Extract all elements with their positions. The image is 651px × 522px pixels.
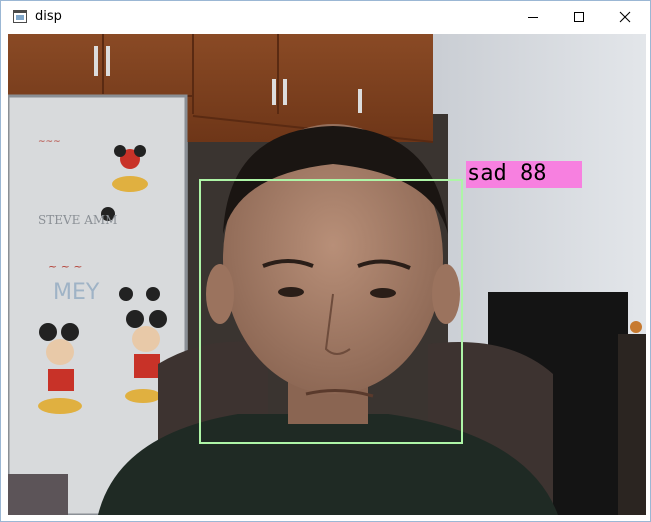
face-detection-box bbox=[199, 179, 463, 444]
svg-text:STEVE AMM: STEVE AMM bbox=[38, 213, 117, 227]
svg-text:~ ~ ~: ~ ~ ~ bbox=[48, 260, 83, 273]
minimize-icon bbox=[528, 17, 538, 18]
app-window: disp ~~~ STEVE AMM ~ ~ ~ MEY sad 88 bbox=[0, 0, 651, 522]
svg-text:MEY: MEY bbox=[53, 280, 100, 305]
maximize-button[interactable] bbox=[556, 1, 602, 33]
title-bar[interactable]: disp bbox=[1, 1, 650, 33]
maximize-icon bbox=[574, 12, 584, 22]
minimize-button[interactable] bbox=[510, 1, 556, 33]
svg-text:~~~: ~~~ bbox=[38, 137, 61, 147]
close-button[interactable] bbox=[602, 1, 648, 33]
close-icon bbox=[619, 11, 631, 23]
camera-frame: ~~~ STEVE AMM ~ ~ ~ MEY sad 88 bbox=[8, 34, 646, 515]
app-window-icon bbox=[13, 10, 27, 23]
window-title: disp bbox=[35, 9, 62, 24]
emotion-label: sad 88 bbox=[466, 161, 582, 188]
